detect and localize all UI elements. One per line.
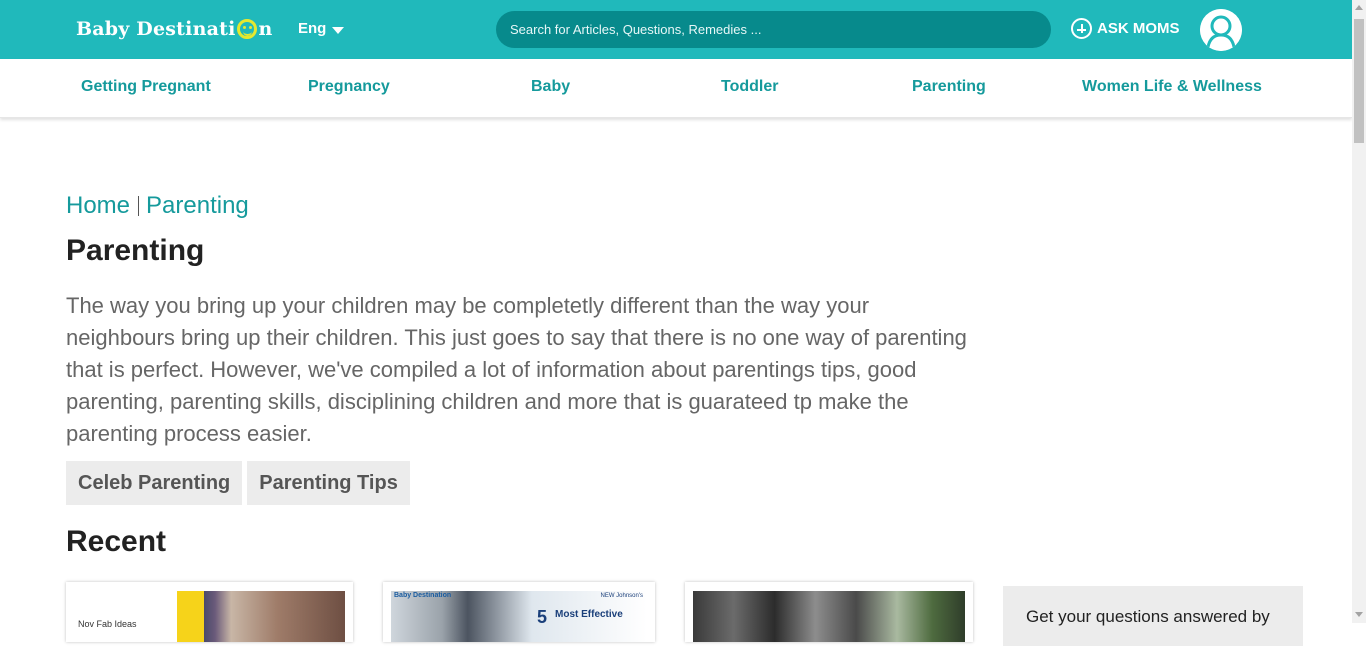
article-card[interactable]: Nov Fab Ideas <box>66 582 353 642</box>
breadcrumb-home[interactable]: Home <box>66 192 130 220</box>
tag-celeb-parenting[interactable]: Celeb Parenting <box>66 461 243 505</box>
scroll-up-arrow-icon[interactable] <box>1355 5 1363 10</box>
thumbnail-caption: Most Effective <box>555 609 623 620</box>
thumbnail-number: 5 <box>537 607 548 627</box>
article-card[interactable]: Baby Destination NEW Johnson's 5 Most Ef… <box>383 582 655 642</box>
breadcrumb-separator <box>138 196 140 216</box>
logo-smiley-icon <box>236 19 257 39</box>
ask-question-promo: Get your questions answered by <box>1003 586 1303 646</box>
breadcrumb-current[interactable]: Parenting <box>146 192 249 220</box>
plus-circle-icon <box>1071 18 1092 39</box>
language-selector[interactable]: Eng <box>298 20 345 37</box>
ask-moms-label: ASK MOMS <box>1097 20 1180 37</box>
nav-item-getting-pregnant[interactable]: Getting Pregnant <box>81 78 211 96</box>
language-label: Eng <box>298 20 327 37</box>
logo-text-start: Baby Destinati <box>76 18 236 40</box>
article-thumbnail <box>693 591 965 642</box>
scroll-down-arrow-icon[interactable] <box>1355 612 1363 617</box>
thumbnail-brand: Baby Destination <box>394 592 452 599</box>
breadcrumb: Home Parenting <box>66 192 249 220</box>
page-description: The way you bring up your children may b… <box>66 293 967 446</box>
nav-item-toddler[interactable]: Toddler <box>721 78 778 96</box>
logo-text-end: n <box>258 18 273 40</box>
user-silhouette-icon <box>1200 9 1242 51</box>
scrollbar-thumb[interactable] <box>1354 19 1364 143</box>
ask-moms-button[interactable]: ASK MOMS <box>1071 18 1180 39</box>
brand-logo[interactable]: Baby Destinati n <box>76 14 273 44</box>
article-thumbnail: Baby Destination NEW Johnson's 5 Most Ef… <box>391 591 647 642</box>
user-avatar[interactable] <box>1200 9 1242 51</box>
promo-text: Get your questions answered by <box>1026 607 1270 626</box>
thumbnail-badge: NEW Johnson's <box>600 593 644 599</box>
tag-parenting-tips[interactable]: Parenting Tips <box>247 461 410 505</box>
nav-item-pregnancy[interactable]: Pregnancy <box>308 78 390 96</box>
tag-list: Celeb Parenting Parenting Tips <box>66 461 410 505</box>
nav-item-parenting[interactable]: Parenting <box>912 78 986 96</box>
thumbnail-caption: Nov Fab Ideas <box>78 619 137 629</box>
category-nav: Getting Pregnant Pregnancy Baby Toddler … <box>0 59 1352 118</box>
top-header: Baby Destinati n Eng ASK MOMS <box>0 0 1352 59</box>
page-title: Parenting <box>66 234 205 267</box>
search-input[interactable] <box>496 11 1051 48</box>
page-scrollbar[interactable] <box>1352 0 1366 623</box>
article-card[interactable] <box>685 582 973 642</box>
chevron-down-icon <box>332 26 345 34</box>
recent-heading: Recent <box>66 525 167 558</box>
nav-item-women-life-wellness[interactable]: Women Life & Wellness <box>1082 78 1262 96</box>
nav-item-baby[interactable]: Baby <box>531 78 570 96</box>
article-thumbnail: Nov Fab Ideas <box>74 591 345 642</box>
